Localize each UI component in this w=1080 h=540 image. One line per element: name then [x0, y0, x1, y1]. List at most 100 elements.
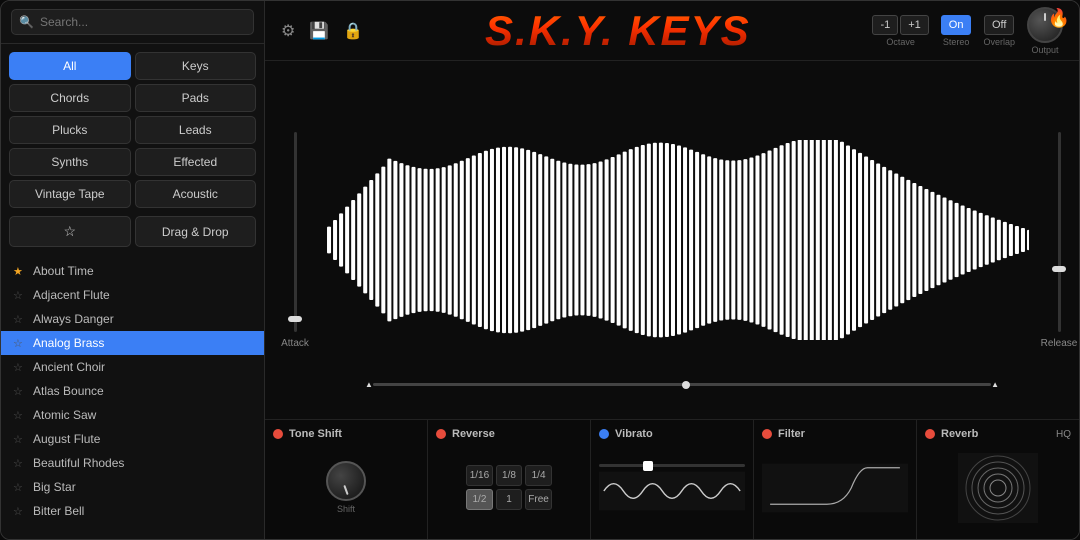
preset-label-analog-brass: Analog Brass: [33, 336, 104, 350]
preset-label-big-star: Big Star: [33, 480, 76, 494]
preset-item-analog-brass[interactable]: ☆ Analog Brass: [1, 331, 264, 355]
search-input[interactable]: [11, 9, 254, 35]
category-btn-pads[interactable]: Pads: [135, 84, 257, 112]
tone-shift-title: Tone Shift: [289, 428, 342, 440]
stereo-label: Stereo: [943, 37, 970, 47]
attack-slider-track[interactable]: [294, 132, 297, 332]
attack-slider-thumb[interactable]: [288, 316, 302, 322]
sidebar: 🔍 All Keys Chords Pads Plucks Leads Synt…: [1, 1, 265, 540]
release-label: Release: [1041, 338, 1078, 349]
release-slider-thumb[interactable]: [1052, 266, 1066, 272]
preset-item-august-flute[interactable]: ☆ August Flute: [1, 427, 264, 451]
preset-item-adjacent-flute[interactable]: ☆ Adjacent Flute: [1, 283, 264, 307]
preset-star-bitter-bell: ☆: [13, 505, 25, 518]
preset-item-bitter-bell[interactable]: ☆ Bitter Bell: [1, 499, 264, 523]
preset-star-ancient-choir: ☆: [13, 361, 25, 374]
tone-shift-content: Shift: [273, 444, 419, 531]
module-tone-shift: Tone Shift Shift: [265, 420, 428, 539]
vibrato-slider: [599, 464, 745, 467]
tone-shift-knob[interactable]: [326, 461, 366, 501]
module-filter: Filter: [754, 420, 917, 539]
preset-star-atlas-bounce: ☆: [13, 385, 25, 398]
reverb-header: Reverb HQ: [925, 428, 1071, 440]
overlap-group: Off Overlap: [983, 15, 1015, 47]
preset-item-atomic-saw[interactable]: ☆ Atomic Saw: [1, 403, 264, 427]
preset-item-about-time[interactable]: ★ About Time: [1, 259, 264, 283]
preset-star-atomic-saw: ☆: [13, 409, 25, 422]
reverb-circles: [958, 453, 1038, 523]
preset-label-atlas-bounce: Atlas Bounce: [33, 384, 104, 398]
vibrato-rate-thumb[interactable]: [643, 461, 653, 471]
overlap-label: Overlap: [983, 37, 1015, 47]
lock-icon[interactable]: 🔒: [343, 21, 363, 41]
stereo-on-button[interactable]: On: [941, 15, 972, 35]
filter-curve: [762, 463, 908, 513]
category-btn-synths[interactable]: Synths: [9, 148, 131, 176]
preset-label-adjacent-flute: Adjacent Flute: [33, 288, 110, 302]
preset-item-ancient-choir[interactable]: ☆ Ancient Choir: [1, 355, 264, 379]
preset-star-always-danger: ☆: [13, 313, 25, 326]
reverb-content: 🔥: [925, 444, 1071, 531]
octave-minus-button[interactable]: -1: [872, 15, 898, 35]
favorites-button[interactable]: ☆: [9, 216, 131, 247]
tone-shift-knob-label: Shift: [337, 504, 355, 514]
preset-star-big-star: ☆: [13, 481, 25, 494]
category-btn-acoustic[interactable]: Acoustic: [135, 180, 257, 208]
filter-toggle[interactable]: [762, 429, 772, 439]
drag-drop-button[interactable]: Drag & Drop: [135, 216, 257, 247]
sustain-thumb[interactable]: [682, 381, 690, 389]
vibrato-rate-track[interactable]: [599, 464, 745, 467]
reverse-content: 1/161/81/4 1/21Free: [436, 444, 582, 531]
preset-star-beautiful-rhodes: ☆: [13, 457, 25, 470]
envelope-sliders: ▲ ▲: [365, 380, 999, 389]
preset-item-big-star[interactable]: ☆ Big Star: [1, 475, 264, 499]
preset-label-august-flute: August Flute: [33, 432, 100, 446]
octave-group: -1 +1 Octave: [872, 15, 928, 47]
reverb-toggle[interactable]: [925, 429, 935, 439]
app-container: 🔍 All Keys Chords Pads Plucks Leads Synt…: [0, 0, 1080, 540]
preset-item-always-danger[interactable]: ☆ Always Danger: [1, 307, 264, 331]
overlap-off-button[interactable]: Off: [984, 15, 1014, 35]
reverse-header: Reverse: [436, 428, 582, 440]
decay-marker[interactable]: ▲: [991, 380, 999, 389]
fire-icon: 🔥: [1048, 8, 1070, 29]
attack-slider-container: Attack: [285, 71, 305, 409]
category-btn-chords[interactable]: Chords: [9, 84, 131, 112]
attack-marker[interactable]: ▲: [365, 380, 373, 389]
reverse-btn-1[interactable]: 1: [496, 489, 523, 510]
release-slider-container: Release: [1049, 71, 1069, 409]
save-icon[interactable]: 💾: [309, 21, 329, 41]
vibrato-toggle[interactable]: [599, 429, 609, 439]
reverse-btn-1-2[interactable]: 1/2: [466, 489, 493, 510]
octave-plus-button[interactable]: +1: [900, 15, 929, 35]
category-btn-leads[interactable]: Leads: [135, 116, 257, 144]
octave-buttons: -1 +1: [872, 15, 928, 35]
preset-star-about-time: ★: [13, 265, 25, 278]
preset-item-atlas-bounce[interactable]: ☆ Atlas Bounce: [1, 379, 264, 403]
settings-icon[interactable]: ⚙: [281, 21, 295, 41]
release-slider-track[interactable]: [1058, 132, 1061, 332]
reverse-btn-Free[interactable]: Free: [525, 489, 552, 510]
category-btn-plucks[interactable]: Plucks: [9, 116, 131, 144]
reverb-hq-label: HQ: [1056, 429, 1071, 440]
category-btn-all[interactable]: All: [9, 52, 131, 80]
tone-shift-toggle[interactable]: [273, 429, 283, 439]
reverse-toggle[interactable]: [436, 429, 446, 439]
reverse-btn-1-16[interactable]: 1/16: [466, 465, 493, 486]
reverse-btn-1-8[interactable]: 1/8: [496, 465, 523, 486]
sustain-track[interactable]: [373, 383, 991, 386]
app-title: S.K.Y. KEYS: [485, 7, 751, 55]
category-btn-vintage-tape[interactable]: Vintage Tape: [9, 180, 131, 208]
vibrato-content: [599, 444, 745, 531]
category-btn-effected[interactable]: Effected: [135, 148, 257, 176]
preset-star-analog-brass: ☆: [13, 337, 25, 350]
preset-label-atomic-saw: Atomic Saw: [33, 408, 96, 422]
search-icon: 🔍: [19, 15, 34, 29]
reverse-btn-1-4[interactable]: 1/4: [525, 465, 552, 486]
category-btn-keys[interactable]: Keys: [135, 52, 257, 80]
reverse-grid: 1/161/81/4 1/21Free: [466, 465, 552, 510]
waveform-svg: [325, 140, 1029, 340]
preset-item-beautiful-rhodes[interactable]: ☆ Beautiful Rhodes: [1, 451, 264, 475]
module-vibrato: Vibrato: [591, 420, 754, 539]
octave-label: Octave: [886, 37, 915, 47]
